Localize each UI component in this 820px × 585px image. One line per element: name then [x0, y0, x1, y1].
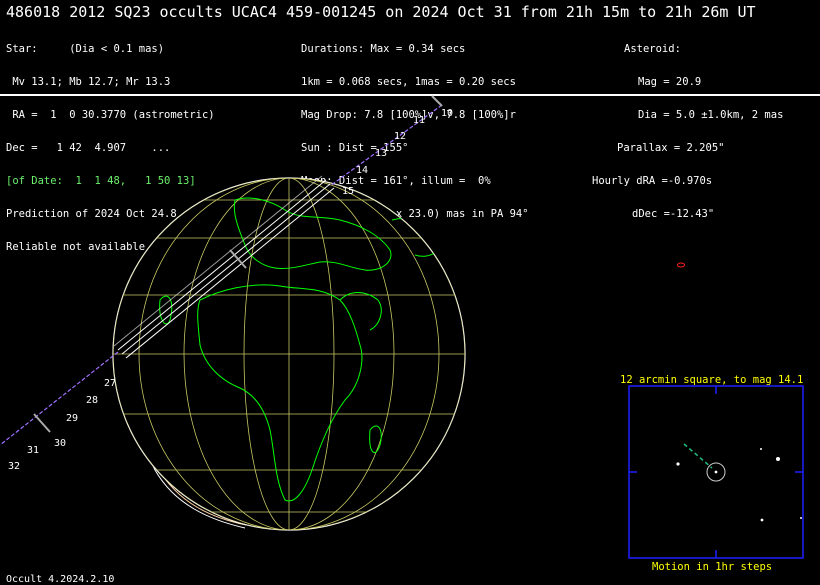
tick-label: 14: [356, 165, 368, 176]
finder-chart: [628, 385, 804, 559]
tick-label: 10: [441, 108, 453, 119]
tick-label: 15: [342, 186, 354, 197]
field-star: [676, 462, 680, 466]
field-star: [760, 448, 762, 450]
tick-label: 28: [86, 395, 98, 406]
finder-chart-title: 12 arcmin square, to mag 14.1: [620, 374, 804, 386]
version-footer: Occult 4.2024.2.10: [6, 574, 115, 585]
tick-label: 29: [66, 413, 78, 424]
finder-chart-footer: Motion in 1hr steps: [652, 561, 773, 573]
target-star: [714, 470, 718, 474]
tick-label: 31: [27, 445, 39, 456]
tick-label: 32: [8, 461, 20, 472]
field-star: [760, 518, 764, 522]
tick-label: 12: [394, 131, 406, 142]
tick-label: 13: [375, 148, 387, 159]
tick-label: 27: [104, 378, 116, 389]
sub-solar-marker: [677, 262, 685, 268]
globe-map: 10 11 12 13 14 15 27 28 29 30 31 32: [0, 95, 804, 559]
tick-label: 11: [413, 115, 425, 126]
tick-label: 30: [54, 438, 66, 449]
field-star: [776, 457, 780, 461]
field-star: [800, 517, 802, 519]
